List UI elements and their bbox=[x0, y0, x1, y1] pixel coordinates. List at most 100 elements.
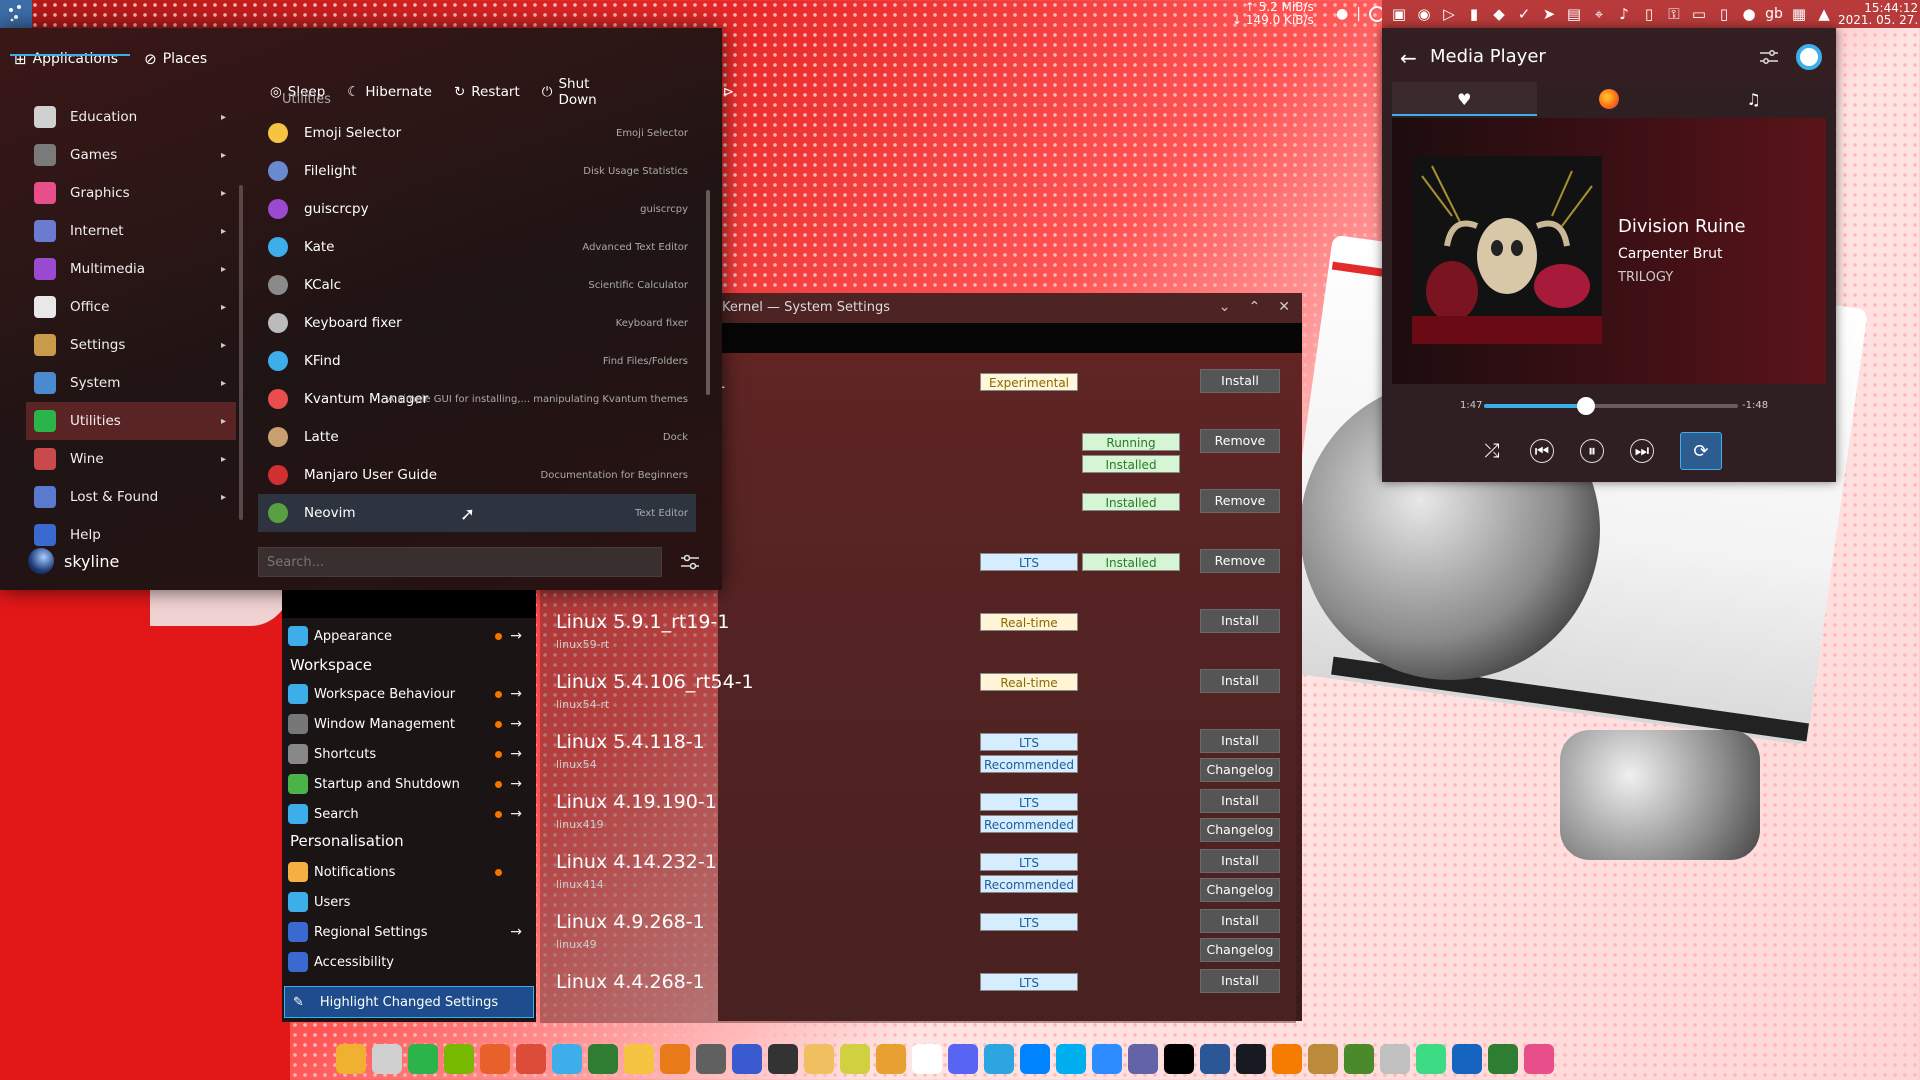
sidebar-item[interactable]: Workspace Behaviour → bbox=[288, 680, 532, 708]
dock-app-icon[interactable] bbox=[768, 1044, 798, 1074]
category-item[interactable]: Internet ▸ bbox=[26, 212, 236, 250]
dock-app-icon[interactable] bbox=[984, 1044, 1014, 1074]
app-item[interactable]: Manjaro User Guide Documentation for Begi… bbox=[258, 456, 696, 494]
dock-app-icon[interactable] bbox=[336, 1044, 366, 1074]
sidebar-item[interactable]: Window Management → bbox=[288, 710, 532, 738]
dock-app-icon[interactable] bbox=[948, 1044, 978, 1074]
dock-app-icon[interactable] bbox=[588, 1044, 618, 1074]
dock-app-icon[interactable] bbox=[444, 1044, 474, 1074]
category-item[interactable]: Wine ▸ bbox=[26, 440, 236, 478]
dock-app-icon[interactable] bbox=[624, 1044, 654, 1074]
more-power-options-button[interactable]: ⊳ bbox=[723, 76, 734, 108]
app-item[interactable]: KFind Find Files/Folders bbox=[258, 342, 696, 380]
kernel-remove-button[interactable]: Remove bbox=[1200, 429, 1280, 453]
previous-track-icon[interactable]: ⏮ bbox=[1530, 439, 1554, 463]
volume-icon[interactable]: ♪ bbox=[1615, 4, 1633, 24]
minimize-icon[interactable]: ⌄ bbox=[1219, 299, 1231, 315]
categories-scrollbar[interactable] bbox=[239, 185, 243, 520]
sidebar-item[interactable]: Accessibility bbox=[288, 948, 532, 976]
kernel-remove-button[interactable]: Remove bbox=[1200, 549, 1280, 573]
dock-app-icon[interactable] bbox=[1236, 1044, 1266, 1074]
dock-app-icon[interactable] bbox=[1488, 1044, 1518, 1074]
dock-app-icon[interactable] bbox=[516, 1044, 546, 1074]
dock-app-icon[interactable] bbox=[1524, 1044, 1554, 1074]
app-item[interactable]: Neovim Text Editor bbox=[258, 494, 696, 532]
maximize-icon[interactable]: ⌃ bbox=[1249, 299, 1261, 315]
shuffle-icon[interactable]: ⤮ bbox=[1480, 439, 1504, 463]
location-icon[interactable]: ⌖ bbox=[1590, 4, 1608, 24]
dock-app-icon[interactable] bbox=[876, 1044, 906, 1074]
app-item[interactable]: Emoji Selector Emoji Selector bbox=[258, 114, 696, 152]
shutdown-button[interactable]: ⏻ Shut Down bbox=[542, 76, 597, 108]
sidebar-item[interactable]: Users bbox=[288, 888, 532, 916]
tab-favourites[interactable]: ♥ bbox=[1392, 82, 1537, 116]
pause-icon[interactable]: ⏸ bbox=[1580, 439, 1604, 463]
device-icon[interactable]: ▯ bbox=[1715, 4, 1733, 24]
dock-app-icon[interactable] bbox=[1164, 1044, 1194, 1074]
app-item[interactable]: guiscrcpy guiscrcpy bbox=[258, 190, 696, 228]
dock-app-icon[interactable] bbox=[1380, 1044, 1410, 1074]
water-drop-icon[interactable]: ● bbox=[1336, 6, 1348, 22]
tray-expand-icon[interactable]: ▲ bbox=[1815, 4, 1833, 24]
category-item[interactable]: Graphics ▸ bbox=[26, 174, 236, 212]
battery-icon[interactable]: ▯ bbox=[1640, 4, 1658, 24]
clipboard-icon[interactable]: ▤ bbox=[1565, 4, 1583, 24]
launcher-settings-button[interactable] bbox=[678, 550, 702, 574]
check-icon[interactable]: ✓ bbox=[1515, 4, 1533, 24]
category-item[interactable]: System ▸ bbox=[26, 364, 236, 402]
search-input[interactable] bbox=[258, 547, 662, 577]
dock-app-icon[interactable] bbox=[1416, 1044, 1446, 1074]
category-item[interactable]: Multimedia ▸ bbox=[26, 250, 236, 288]
app-item[interactable]: Kate Advanced Text Editor bbox=[258, 228, 696, 266]
kernel-install-button[interactable]: Install bbox=[1200, 369, 1280, 393]
kernel-install-button[interactable]: Install bbox=[1200, 969, 1280, 993]
dock-app-icon[interactable] bbox=[408, 1044, 438, 1074]
dock-app-icon[interactable] bbox=[804, 1044, 834, 1074]
kernel-install-button[interactable]: Install bbox=[1200, 909, 1280, 933]
shield-icon[interactable]: ◆ bbox=[1490, 4, 1508, 24]
category-item[interactable]: Office ▸ bbox=[26, 288, 236, 326]
category-item[interactable]: Games ▸ bbox=[26, 136, 236, 174]
kernel-changelog-button[interactable]: Changelog bbox=[1200, 878, 1280, 902]
tab-firefox[interactable] bbox=[1537, 82, 1682, 116]
digital-clock[interactable]: 15:44:12 2021. 05. 27. bbox=[1838, 2, 1918, 26]
lock-icon[interactable]: ⚿ bbox=[1665, 4, 1683, 24]
pin-toggle[interactable] bbox=[1796, 44, 1822, 70]
dock-app-icon[interactable] bbox=[912, 1044, 942, 1074]
application-launcher-button[interactable] bbox=[0, 0, 32, 28]
apps-scrollbar[interactable] bbox=[706, 190, 710, 395]
kernel-changelog-button[interactable]: Changelog bbox=[1200, 938, 1280, 962]
kernel-changelog-button[interactable]: Changelog bbox=[1200, 818, 1280, 842]
restart-button[interactable]: ↻ Restart bbox=[454, 76, 520, 108]
kernel-remove-button[interactable]: Remove bbox=[1200, 489, 1280, 513]
kernel-install-button[interactable]: Install bbox=[1200, 669, 1280, 693]
dock-app-icon[interactable] bbox=[1200, 1044, 1230, 1074]
media-play-tray-icon[interactable]: ▷ bbox=[1440, 4, 1458, 24]
keyboard-layout-indicator[interactable]: gb bbox=[1765, 4, 1783, 24]
telegram-tray-icon[interactable]: ➤ bbox=[1540, 4, 1558, 24]
kernel-install-button[interactable]: Install bbox=[1200, 789, 1280, 813]
dock-app-icon[interactable] bbox=[480, 1044, 510, 1074]
app-item[interactable]: Filelight Disk Usage Statistics bbox=[258, 152, 696, 190]
category-item[interactable]: Settings ▸ bbox=[26, 326, 236, 364]
sidebar-item[interactable]: Notifications bbox=[288, 858, 532, 886]
dock-app-icon[interactable] bbox=[1020, 1044, 1050, 1074]
app-item[interactable]: Kvantum Manager A simple GUI for installi… bbox=[258, 380, 696, 418]
tab-applications[interactable]: ⊞ Applications bbox=[14, 50, 118, 68]
dock-app-icon[interactable] bbox=[696, 1044, 726, 1074]
dock-app-icon[interactable] bbox=[552, 1044, 582, 1074]
tab-places[interactable]: ⊘ Places bbox=[144, 50, 207, 68]
discord-tray-icon[interactable]: ◉ bbox=[1415, 4, 1433, 24]
app-item[interactable]: KCalc Scientific Calculator bbox=[258, 266, 696, 304]
seek-slider-handle[interactable] bbox=[1576, 397, 1595, 415]
tab-music[interactable]: ♫ bbox=[1681, 82, 1826, 116]
kernel-changelog-button[interactable]: Changelog bbox=[1200, 758, 1280, 782]
category-item[interactable]: Utilities ▸ bbox=[26, 402, 236, 440]
back-arrow-icon[interactable]: ← bbox=[1400, 46, 1417, 70]
hibernate-button[interactable]: ☾ Hibernate bbox=[347, 76, 432, 108]
dock-app-icon[interactable] bbox=[1272, 1044, 1302, 1074]
window-titlebar[interactable]: Kernel — System Settings ⌄ ⌃ ✕ bbox=[718, 293, 1302, 323]
repeat-icon[interactable]: ⟳ bbox=[1680, 432, 1722, 470]
phone-tray-icon[interactable]: ▮ bbox=[1465, 4, 1483, 24]
close-icon[interactable]: ✕ bbox=[1278, 299, 1290, 315]
